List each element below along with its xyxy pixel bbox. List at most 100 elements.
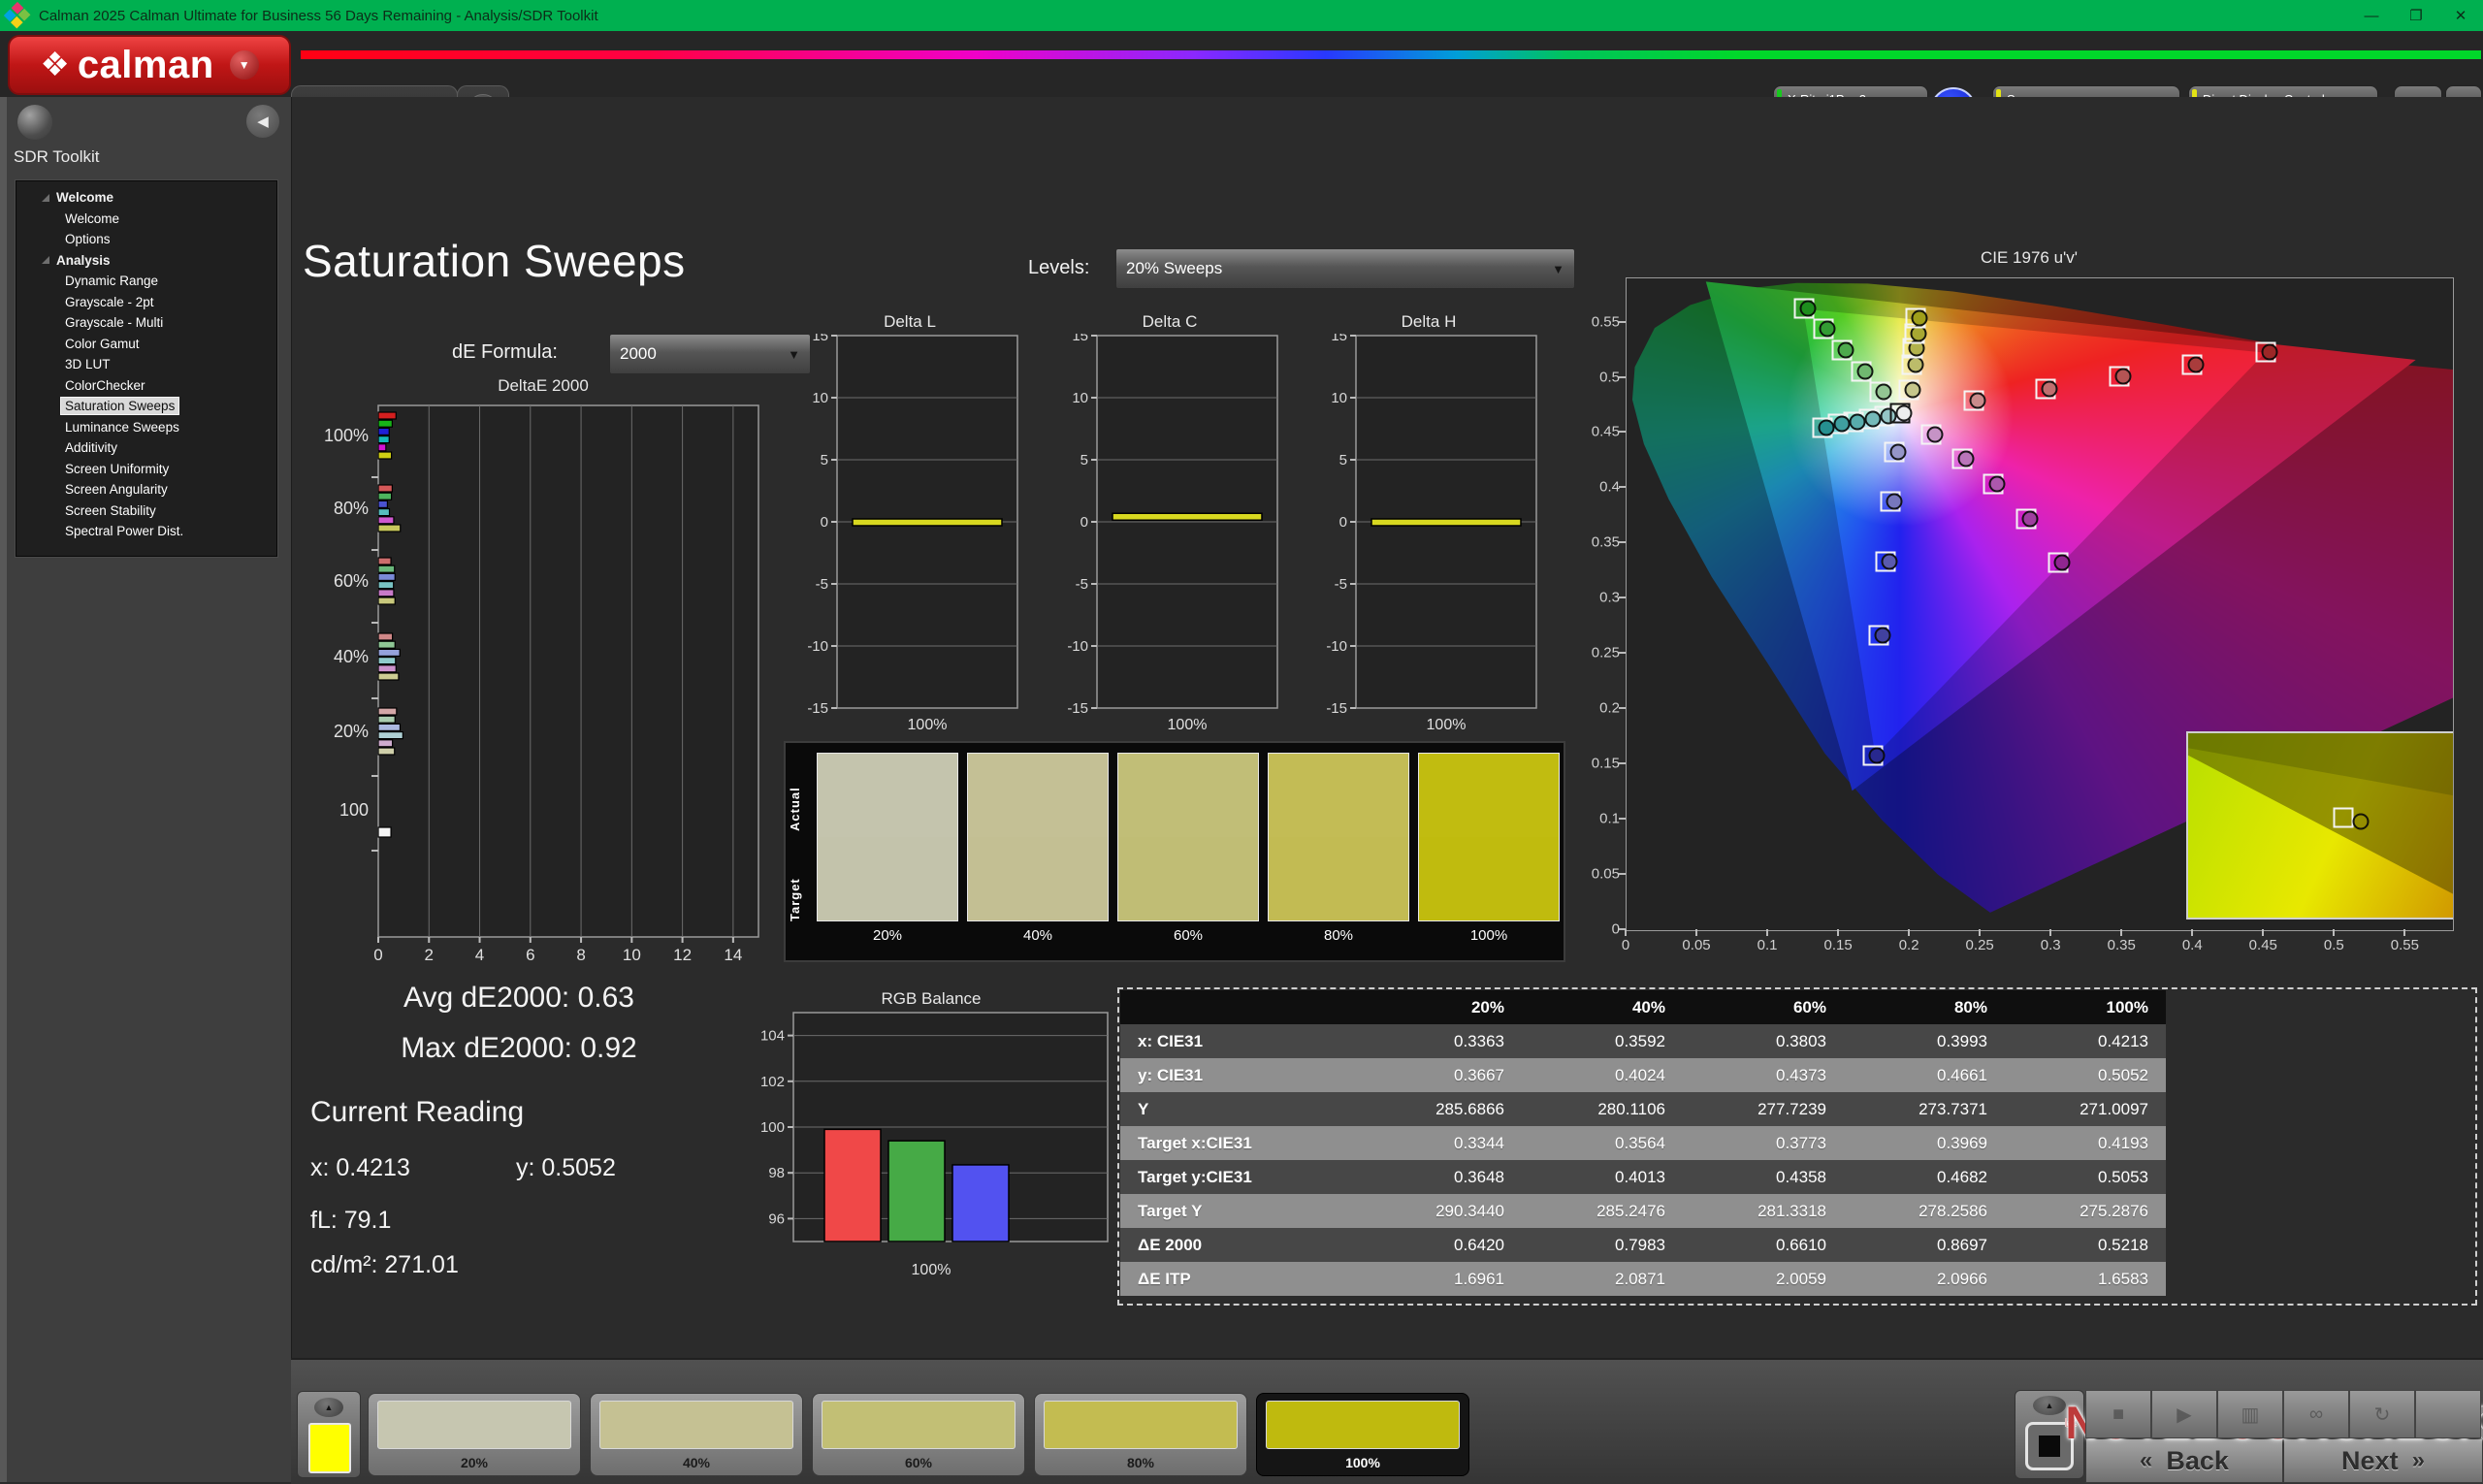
cie-plot [1626, 277, 2454, 931]
tick-label: 100% [324, 426, 369, 445]
column-header-40%: 40% [1522, 990, 1683, 1024]
cell-value: 273.7371 [1844, 1092, 2005, 1126]
minimize-button[interactable]: — [2349, 0, 2394, 31]
sidebar-item-color-gamut[interactable]: Color Gamut [16, 334, 276, 355]
restore-button[interactable]: ❐ [2394, 0, 2438, 31]
current-color-panel[interactable]: ▲ [297, 1391, 361, 1478]
sidebar-item-saturation-sweeps[interactable]: Saturation Sweeps [16, 396, 276, 417]
target-swatch [968, 837, 1108, 920]
sidebar-item-colorchecker[interactable]: ColorChecker [16, 375, 276, 397]
level-card-20%[interactable]: 20% [368, 1393, 581, 1476]
tick-label: 102 [760, 1074, 785, 1090]
sidebar-item-grayscale-multi[interactable]: Grayscale - Multi [16, 312, 276, 334]
back-button[interactable]: « Back [2085, 1438, 2283, 1483]
x-tick-label: 0.25 [1966, 937, 1994, 953]
cie-measured-marker [2261, 344, 2277, 361]
tick-label: 5 [821, 452, 828, 468]
cie-measured-marker [1864, 410, 1881, 427]
table-row: y: CIE310.36670.40240.43730.46610.5052 [1120, 1058, 2166, 1092]
sidebar-item-screen-uniformity[interactable]: Screen Uniformity [16, 459, 276, 480]
levels-dropdown[interactable]: 20% Sweeps ▼ [1115, 248, 1575, 289]
stop-button[interactable] [2025, 1422, 2074, 1470]
tick-label: 20% [334, 722, 369, 741]
play-icon: ▶ [2177, 1403, 2191, 1427]
tick-label: 12 [673, 946, 692, 964]
cie-zoom-inset [2186, 731, 2454, 919]
de-formula-dropdown[interactable]: 2000 ▼ [609, 334, 811, 374]
avg-de2000-stat: Avg dE2000: 0.63 [330, 982, 708, 1015]
chevron-up-icon[interactable]: ▲ [2033, 1396, 2066, 1415]
next-button[interactable]: Next » [2283, 1438, 2483, 1483]
column-header-80%: 80% [1844, 990, 2005, 1024]
cell-value: 0.5053 [2005, 1160, 2166, 1194]
sidebar-item-additivity[interactable]: Additivity [16, 437, 276, 459]
cie-measured-marker [1857, 363, 1874, 379]
y-tick-label: 0.25 [1581, 645, 1620, 661]
cell-value: 0.4024 [1522, 1058, 1683, 1092]
sidebar-item-spectral-power-dist-[interactable]: Spectral Power Dist. [16, 521, 276, 542]
y-tick-label: 0 [1581, 921, 1620, 938]
level-card-60%[interactable]: 60% [812, 1393, 1025, 1476]
sidebar-item-options[interactable]: Options [16, 229, 276, 250]
tool-button-more[interactable] [2415, 1390, 2481, 1438]
sidebar-group-welcome[interactable]: Welcome [16, 187, 276, 209]
cie-measured-marker [1818, 419, 1834, 436]
table-row: ΔE 20000.64200.79830.66100.86970.5218 [1120, 1228, 2166, 1262]
delta-c-plot: 151050-5-10-15100% [1058, 334, 1281, 733]
sidebar-edge [0, 97, 7, 1482]
level-card-40%[interactable]: 40% [590, 1393, 803, 1476]
sidebar-item-screen-angularity[interactable]: Screen Angularity [16, 479, 276, 500]
cell-value: 277.7239 [1683, 1092, 1844, 1126]
tick-label: -10 [1067, 638, 1088, 655]
calman-menu-arrow-icon[interactable]: ▼ [230, 50, 259, 80]
cie-measured-marker [1838, 342, 1854, 359]
sidebar-item-screen-stability[interactable]: Screen Stability [16, 500, 276, 522]
tick-label: 15 [812, 334, 828, 344]
calman-menu-button[interactable]: ❖ calman ▼ [8, 35, 291, 95]
tool-button-play[interactable]: ▶ [2151, 1390, 2217, 1438]
results-table-zone[interactable]: 20%40%60%80%100%x: CIE310.33630.35920.38… [1117, 987, 2477, 1306]
chart-title: Delta C [1058, 312, 1281, 334]
tick-label: -10 [807, 638, 828, 655]
cell-value: 271.0097 [2005, 1092, 2166, 1126]
sidebar-group-analysis[interactable]: Analysis [16, 250, 276, 272]
sidebar-item-luminance-sweeps[interactable]: Luminance Sweeps [16, 417, 276, 438]
tick-label: 80% [334, 499, 369, 518]
level-card-80%[interactable]: 80% [1034, 1393, 1247, 1476]
tool-button-loop[interactable]: ∞ [2283, 1390, 2349, 1438]
workflow-home-button[interactable] [17, 105, 52, 140]
tick-label: 96 [768, 1210, 785, 1227]
table-row: Y285.6866280.1106277.7239273.7371271.009… [1120, 1092, 2166, 1126]
row-label: ΔE ITP [1120, 1262, 1361, 1296]
cie-measured-marker [1904, 382, 1920, 399]
swatch-patch [1268, 753, 1409, 921]
cell-value: 0.3344 [1361, 1126, 1522, 1160]
results-table: 20%40%60%80%100%x: CIE310.33630.35920.38… [1120, 990, 2166, 1296]
tick-label: 100% [1168, 717, 1208, 733]
sidebar-item-welcome[interactable]: Welcome [16, 209, 276, 230]
sidebar-item-grayscale-2pt[interactable]: Grayscale - 2pt [16, 292, 276, 313]
tool-button-chart[interactable]: ▥ [2217, 1390, 2283, 1438]
swatch-label: 20% [817, 927, 958, 944]
sidebar-item-dynamic-range[interactable]: Dynamic Range [16, 271, 276, 292]
x-tick-label: 0 [1622, 937, 1629, 953]
cie-measured-marker [1895, 404, 1912, 421]
close-button[interactable]: ✕ [2438, 0, 2483, 31]
cie-measured-marker [2187, 356, 2204, 372]
tick-label: 10 [1072, 390, 1088, 406]
tick-label: 100% [912, 1262, 951, 1278]
cie-measured-marker [2042, 380, 2058, 397]
y-tick-label: 0.15 [1581, 756, 1620, 772]
swatch-label: 100% [1418, 927, 1560, 944]
tool-button-stop[interactable]: ■ [2085, 1390, 2151, 1438]
x-tick-mark [2333, 929, 2335, 936]
sidebar-collapse-button[interactable]: ◀ [246, 105, 279, 138]
tick-label: 98 [768, 1165, 785, 1181]
chevron-up-icon[interactable]: ▲ [314, 1398, 343, 1417]
tool-button-refresh[interactable]: ↻ [2349, 1390, 2415, 1438]
sidebar-item-3d-lut[interactable]: 3D LUT [16, 354, 276, 375]
chart-title: DeltaE 2000 [320, 376, 766, 398]
actual-swatch [1118, 754, 1258, 837]
cie-measured-marker [1911, 310, 1927, 327]
level-card-100%[interactable]: 100% [1256, 1393, 1469, 1476]
